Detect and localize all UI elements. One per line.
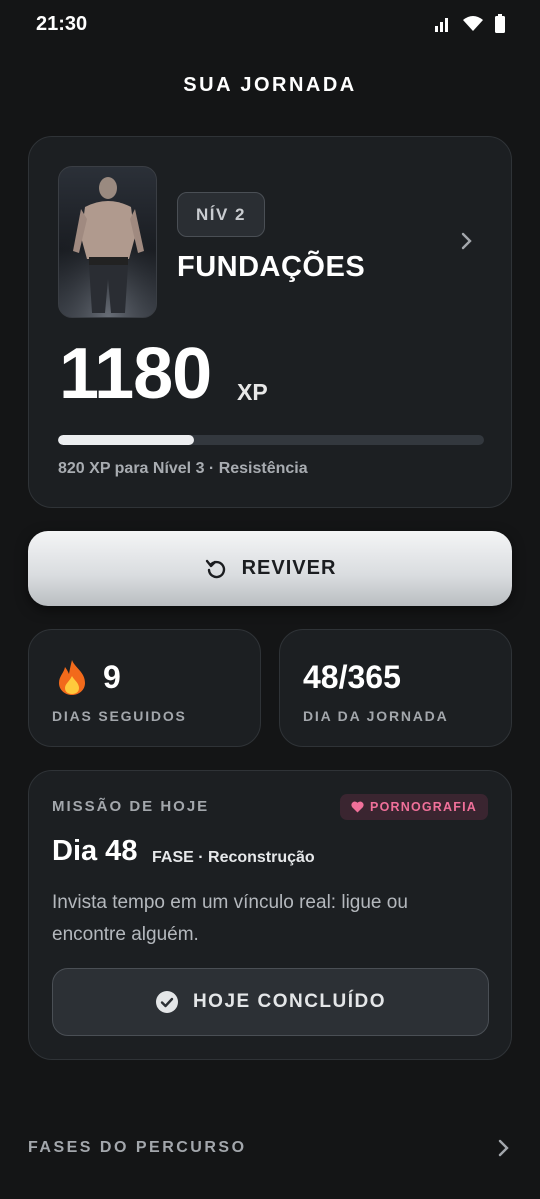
- phases-label: FASES DO PERCURSO: [28, 1139, 247, 1156]
- revive-button[interactable]: REVIVER: [28, 531, 512, 606]
- category-tag-label: PORNOGRAFIA: [370, 800, 477, 814]
- status-icons: [434, 14, 506, 34]
- level-name: FUNDAÇÕES: [177, 251, 366, 283]
- page-title: SUA JORNADA: [183, 74, 357, 96]
- mission-phase: FASE · Reconstrução: [152, 849, 315, 866]
- heart-icon: [351, 801, 364, 813]
- character-portrait: [59, 167, 156, 317]
- level-caption: 820 XP para Nível 3 · Resistência: [58, 460, 308, 477]
- xp-value: 1180: [59, 334, 212, 414]
- today-done-label: HOJE CONCLUÍDO: [192, 991, 387, 1012]
- streak-label: DIAS SEGUIDOS: [52, 708, 187, 724]
- journey-card: 48/365 DIA DA JORNADA: [279, 629, 512, 747]
- category-tag: PORNOGRAFIA: [340, 794, 488, 820]
- avatar: [58, 166, 157, 318]
- fire-icon: [59, 660, 85, 695]
- mission-day: Dia 48: [52, 835, 138, 867]
- phases-row[interactable]: FASES DO PERCURSO: [28, 1124, 512, 1172]
- xp-progress-fill: [58, 435, 195, 445]
- today-done-button[interactable]: HOJE CONCLUÍDO: [52, 968, 489, 1036]
- battery-icon: [495, 14, 505, 33]
- status-bar: 21:30: [0, 0, 540, 50]
- revive-icon: [205, 559, 225, 578]
- mission-heading: MISSÃO DE HOJE: [52, 798, 210, 815]
- chevron-right-icon: [498, 1139, 509, 1157]
- signal-icon: [435, 18, 448, 32]
- level-badge: NÍV 2: [177, 192, 265, 237]
- streak-card: 9 DIAS SEGUIDOS: [28, 629, 261, 747]
- streak-value: 9: [103, 659, 121, 695]
- mission-card: MISSÃO DE HOJE PORNOGRAFIA Dia 48 FASE ·…: [28, 770, 512, 1060]
- xp-unit: XP: [237, 379, 268, 405]
- status-time: 21:30: [36, 13, 88, 35]
- level-card[interactable]: NÍV 2 FUNDAÇÕES 1180 XP 820 XP para Níve…: [28, 136, 512, 508]
- wifi-icon: [463, 16, 483, 31]
- journey-label: DIA DA JORNADA: [303, 708, 449, 724]
- mission-text: Invista tempo em um vínculo real: ligue …: [52, 892, 408, 945]
- chevron-right-icon[interactable]: [459, 231, 475, 251]
- xp-progress-bar: [58, 435, 484, 445]
- journey-value: 48/365: [303, 659, 401, 695]
- revive-label: REVIVER: [241, 557, 337, 579]
- check-circle-icon: [155, 991, 178, 1013]
